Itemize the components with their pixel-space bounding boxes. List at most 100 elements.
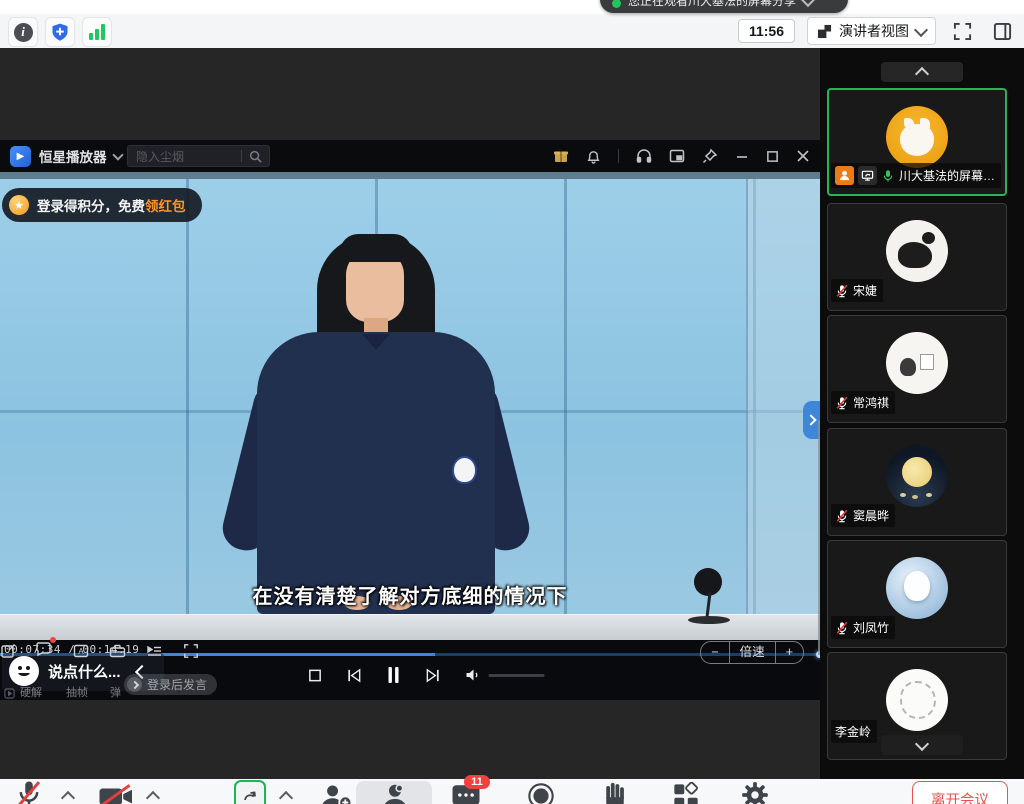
headphones-icon[interactable]	[636, 148, 652, 164]
chat-unread-badge: 11	[464, 775, 490, 789]
speed-minus-button[interactable]: −	[701, 642, 728, 663]
screen-share-button[interactable]	[234, 780, 266, 804]
view-mode-chevron-icon	[914, 22, 928, 36]
player-right-tools: A	[0, 640, 820, 661]
avatar	[886, 445, 948, 507]
participant-name: 川大基法的屏幕…	[899, 167, 995, 184]
mic-muted-icon	[835, 284, 849, 298]
svg-text:A: A	[78, 647, 84, 656]
meeting-info-button[interactable]: i	[8, 17, 38, 47]
search-icon[interactable]	[249, 150, 262, 163]
participant-tile[interactable]: 宋婕	[827, 203, 1007, 311]
next-button[interactable]	[425, 667, 442, 684]
bullet-label[interactable]: 弹	[110, 684, 121, 700]
avatar	[886, 557, 948, 619]
invite-button[interactable]	[318, 783, 352, 804]
login-to-comment-pill[interactable]: 登录后发言	[124, 674, 217, 695]
mic-muted-icon	[835, 396, 849, 410]
screen-share-notice[interactable]: 您正在观看川大基法的屏幕分享	[600, 0, 848, 13]
toolbox-icon[interactable]	[109, 643, 126, 659]
notice-text: 您正在观看川大基法的屏幕分享	[628, 0, 796, 9]
leave-meeting-button[interactable]: 离开会议	[912, 781, 1008, 804]
transport-controls	[308, 664, 545, 686]
bell-icon[interactable]	[586, 149, 601, 164]
layout-icon	[817, 24, 832, 39]
login-promo-banner[interactable]: ★ 登录得积分，免费领红包	[2, 188, 202, 222]
pin-icon[interactable]	[702, 148, 718, 164]
notification-dot	[50, 637, 56, 643]
previous-button[interactable]	[346, 667, 363, 684]
scroll-up-button[interactable]	[881, 62, 963, 82]
volume-slider[interactable]	[489, 674, 545, 677]
participant-tile[interactable]: 刘凤竹	[827, 540, 1007, 648]
player-title[interactable]: 恒星播放器	[39, 146, 122, 166]
player-titlebar-tools	[553, 140, 810, 172]
participant-name: 常鸿祺	[853, 394, 889, 411]
camera-off-button[interactable]	[97, 783, 137, 804]
avatar	[886, 220, 948, 282]
participant-tile[interactable]: 窦晨晔	[827, 428, 1007, 536]
gift-icon[interactable]	[553, 148, 569, 164]
login-hint: 登录后发言	[147, 676, 207, 693]
volume-icon[interactable]	[465, 667, 481, 683]
player-search-box[interactable]: 隐入尘烟	[127, 145, 270, 167]
danmaku-input[interactable]: 说点什么...	[48, 661, 121, 682]
maximize-icon[interactable]	[766, 150, 779, 163]
topbar-left-group: i	[8, 17, 112, 47]
participant-tile[interactable]: 常鸿祺	[827, 315, 1007, 423]
speed-plus-button[interactable]: +	[776, 642, 803, 663]
promo-highlight: 领红包	[145, 199, 186, 214]
player-logo-icon: ▶	[10, 146, 31, 167]
sidebar-toggle-button[interactable]	[988, 17, 1016, 45]
subtitle-icon[interactable]: A	[73, 643, 89, 659]
participants-icon	[380, 783, 410, 804]
avatar	[886, 669, 948, 731]
panel-toggle-icon	[993, 22, 1012, 41]
studio-wall-edge	[746, 179, 820, 614]
titlebar-divider	[618, 149, 619, 163]
close-icon[interactable]	[796, 149, 810, 163]
record-button[interactable]	[527, 782, 555, 804]
topbar-right-group: 11:56 演讲者视图	[738, 17, 1016, 45]
pause-button[interactable]	[386, 665, 402, 685]
fullscreen-button[interactable]	[948, 17, 976, 45]
playlist-icon[interactable]	[146, 643, 163, 659]
emoji-button[interactable]	[9, 656, 39, 686]
signal-bars-icon	[89, 24, 105, 40]
chevron-up-icon	[915, 66, 929, 80]
apps-button[interactable]	[672, 782, 700, 804]
avatar	[886, 106, 948, 168]
content-area: ▶ 恒星播放器 隐入尘烟	[0, 48, 1024, 779]
security-button[interactable]	[45, 17, 75, 47]
smiley-icon	[13, 660, 35, 682]
speed-label[interactable]: 倍速	[730, 642, 775, 663]
minimize-icon[interactable]	[735, 149, 749, 163]
mic-muted-icon	[835, 509, 849, 523]
stop-button[interactable]	[308, 668, 323, 683]
meeting-clock: 11:56	[738, 19, 795, 43]
mini-player-icon	[4, 688, 15, 699]
danmaku-toggle[interactable]	[36, 640, 53, 661]
settings-button[interactable]	[741, 781, 769, 804]
edit-note-icon[interactable]	[0, 643, 16, 659]
participant-tile-sharing[interactable]: 川大基法的屏幕…	[827, 88, 1007, 196]
view-mode-button[interactable]: 演讲者视图	[807, 17, 936, 45]
view-mode-label: 演讲者视图	[839, 21, 909, 41]
arrow-circle-icon	[127, 677, 142, 692]
picture-in-picture-icon[interactable]	[669, 148, 685, 164]
network-status-button[interactable]	[82, 17, 112, 47]
decode-label[interactable]: 硬解	[20, 684, 42, 700]
video-area[interactable]: 在没有清楚了解对方底细的情况下 ★ 登录得积分，免费领红包	[0, 172, 820, 640]
participant-name: 窦晨晔	[853, 507, 889, 524]
search-placeholder: 隐入尘烟	[136, 148, 241, 165]
chevron-down-icon	[915, 736, 929, 750]
notice-chevron-down-icon	[801, 0, 815, 7]
info-icon: i	[14, 23, 33, 42]
mic-muted-button[interactable]	[14, 779, 44, 804]
host-badge-icon	[835, 166, 854, 185]
scroll-down-button[interactable]	[881, 735, 963, 755]
frame-label[interactable]: 抽帧	[66, 684, 88, 700]
participants-sidebar: 川大基法的屏幕… 宋婕	[820, 48, 1024, 779]
raise-hand-button[interactable]	[602, 781, 628, 804]
player-fullscreen-icon[interactable]	[183, 643, 199, 659]
